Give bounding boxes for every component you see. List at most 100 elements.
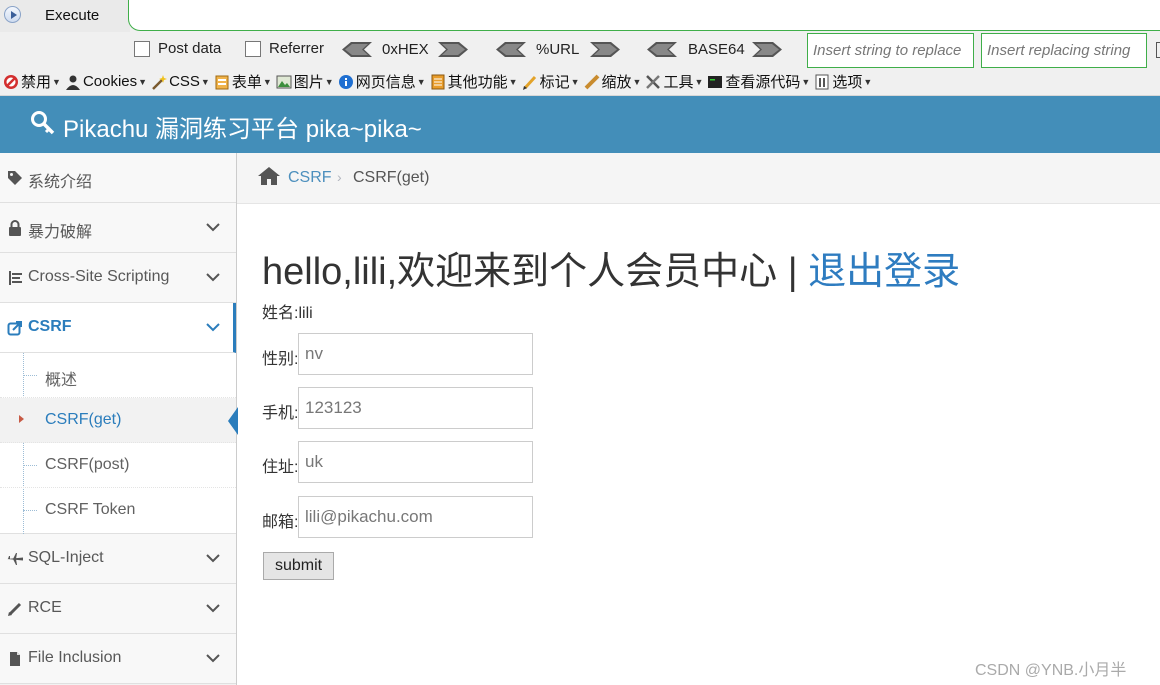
submenu-item-overview[interactable]: 概述 — [0, 353, 236, 398]
post-data-checkbox[interactable]: Post data — [134, 40, 221, 57]
submenu-item-csrf-token[interactable]: CSRF Token — [0, 488, 236, 533]
devbar-label: 标记 — [539, 74, 570, 91]
csrf-submenu: 概述 CSRF(get) CSRF(post) CSRF Token — [0, 353, 238, 534]
sidebar-item-rce[interactable]: RCE — [0, 584, 236, 634]
email-input[interactable]: lili@pikachu.com — [298, 496, 533, 538]
breadcrumb-current: CSRF(get) — [353, 169, 430, 186]
devbar-mark-menu[interactable]: 标记 ▼ — [522, 68, 580, 96]
greeting-text: hello,lili,欢迎来到个人会员中心 | — [262, 251, 809, 293]
pencil-icon — [522, 75, 536, 90]
base64-encode-arrow-icon[interactable] — [752, 42, 782, 57]
tools-icon — [646, 74, 661, 89]
hex-label: 0xHEX — [382, 41, 429, 58]
devbar-label: 网页信息 — [355, 74, 416, 91]
devbar-misc-menu[interactable]: 其他功能 ▼ — [430, 68, 518, 96]
form-icon — [215, 75, 229, 89]
site-title[interactable]: Pikachu 漏洞练习平台 pika~pika~ — [63, 109, 422, 144]
devbar-source-menu[interactable]: 查看源代码 ▼ — [707, 68, 810, 96]
devbar-zoom-menu[interactable]: 缩放 ▼ — [584, 68, 641, 96]
url-decode-arrow-icon[interactable] — [496, 42, 526, 57]
breadcrumb-link-csrf[interactable]: CSRF — [288, 169, 332, 187]
name-value: lili — [298, 305, 313, 322]
referrer-checkbox[interactable]: Referrer — [245, 40, 324, 57]
submenu-item-csrf-get[interactable]: CSRF(get) — [0, 398, 238, 443]
sidebar-item-label: Cross-Site Scripting — [28, 268, 170, 285]
devbar-label: Cookies — [82, 73, 138, 90]
sidebar-item-intro[interactable]: 系统介绍 — [0, 153, 236, 203]
base64-decode-arrow-icon[interactable] — [647, 42, 677, 57]
file-icon — [10, 652, 20, 666]
sidebar-item-label: File Inclusion — [28, 649, 122, 666]
submenu-branch-line — [23, 465, 37, 466]
breadcrumb-separator: › — [337, 169, 342, 185]
css-wand-icon — [152, 74, 168, 90]
breadcrumb: CSRF › CSRF(get) — [237, 153, 1160, 204]
submenu-branch-line — [23, 510, 37, 511]
submenu-item-label: CSRF(get) — [45, 411, 122, 428]
phone-label: 手机: — [262, 405, 299, 422]
devbar-tools-menu[interactable]: 工具 ▼ — [645, 68, 703, 96]
sidebar-item-label: CSRF — [28, 318, 72, 335]
submenu-item-csrf-post[interactable]: CSRF(post) — [0, 443, 236, 488]
sidebar-item-xss[interactable]: Cross-Site Scripting — [0, 253, 236, 303]
url-field[interactable] — [128, 0, 1160, 31]
sidebar-item-sql-inject[interactable]: SQL-Inject — [0, 534, 236, 584]
phone-input[interactable]: 123123 — [298, 387, 533, 429]
devbar-options-menu[interactable]: 选项 ▼ — [814, 68, 872, 96]
options-icon — [815, 74, 829, 89]
image-icon — [276, 75, 292, 88]
checkbox-box[interactable] — [245, 40, 261, 57]
devbar-label: 表单 — [231, 74, 262, 91]
chevron-down-icon — [206, 604, 220, 613]
devbar-image-menu[interactable]: 图片 ▼ — [276, 68, 334, 96]
devbar-label: 禁用 — [21, 74, 52, 91]
hex-decode-arrow-icon[interactable] — [342, 42, 372, 57]
replace-all-checkbox[interactable] — [1156, 42, 1160, 58]
submenu-item-label: CSRF(post) — [45, 456, 130, 473]
devbar-form-menu[interactable]: 表单 ▼ — [214, 68, 272, 96]
tags-icon — [8, 171, 22, 185]
devbar-disable-menu[interactable]: 禁用 ▼ — [3, 68, 61, 96]
submenu-branch-line — [23, 375, 37, 376]
sidebar-item-brute-force[interactable]: 暴力破解 — [0, 203, 236, 253]
devbar-css-menu[interactable]: CSS ▼ — [151, 68, 210, 96]
sidebar: 系统介绍 暴力破解 Cross-Site Scripting CSRF 概述 C… — [0, 153, 238, 685]
hackbar-toolbar: Execute Post data Referrer 0xHEX %URL BA… — [0, 0, 1160, 68]
email-label: 邮箱: — [262, 514, 299, 531]
chevron-down-icon — [206, 273, 220, 282]
find-string-input[interactable]: Insert string to replace — [807, 33, 974, 68]
url-encode-arrow-icon[interactable] — [590, 42, 620, 57]
name-row: 姓名:lili — [262, 299, 313, 323]
execute-label: Execute — [45, 7, 100, 24]
execute-button[interactable]: Execute — [0, 0, 130, 32]
misc-icon — [431, 74, 445, 89]
chevron-down-icon — [206, 554, 220, 563]
submenu-item-label: 概述 — [45, 372, 78, 389]
disable-icon — [4, 74, 18, 89]
hex-encode-arrow-icon[interactable] — [438, 42, 468, 57]
name-label: 姓名: — [262, 305, 299, 322]
address-input[interactable]: uk — [298, 441, 533, 483]
key-icon — [31, 111, 55, 135]
devbar-info-menu[interactable]: 网页信息 ▼ — [338, 68, 426, 96]
watermark-text: CSDN @YNB.小月半 — [975, 662, 1127, 679]
pencil-icon — [8, 602, 22, 616]
sex-label: 性别: — [262, 351, 299, 368]
sidebar-item-label: 系统介绍 — [28, 174, 93, 191]
checkbox-box[interactable] — [134, 40, 150, 57]
sex-input[interactable]: nv — [298, 333, 533, 375]
sidebar-item-label: RCE — [28, 599, 62, 616]
home-icon[interactable] — [258, 167, 280, 185]
submit-button[interactable]: submit — [263, 552, 334, 580]
devbar-label: 图片 — [293, 74, 324, 91]
sidebar-item-csrf[interactable]: CSRF — [0, 303, 236, 353]
replace-string-input[interactable]: Insert replacing string — [981, 33, 1147, 68]
chevron-down-icon — [206, 323, 220, 332]
devbar-label: CSS — [169, 73, 200, 90]
external-link-icon — [7, 321, 22, 336]
address-label: 住址: — [262, 459, 299, 476]
devbar-label: 工具 — [663, 74, 694, 91]
logout-link[interactable]: 退出登录 — [808, 251, 960, 293]
devbar-cookies-menu[interactable]: Cookies ▼ — [65, 68, 147, 96]
sidebar-item-file-inclusion[interactable]: File Inclusion — [0, 634, 236, 684]
